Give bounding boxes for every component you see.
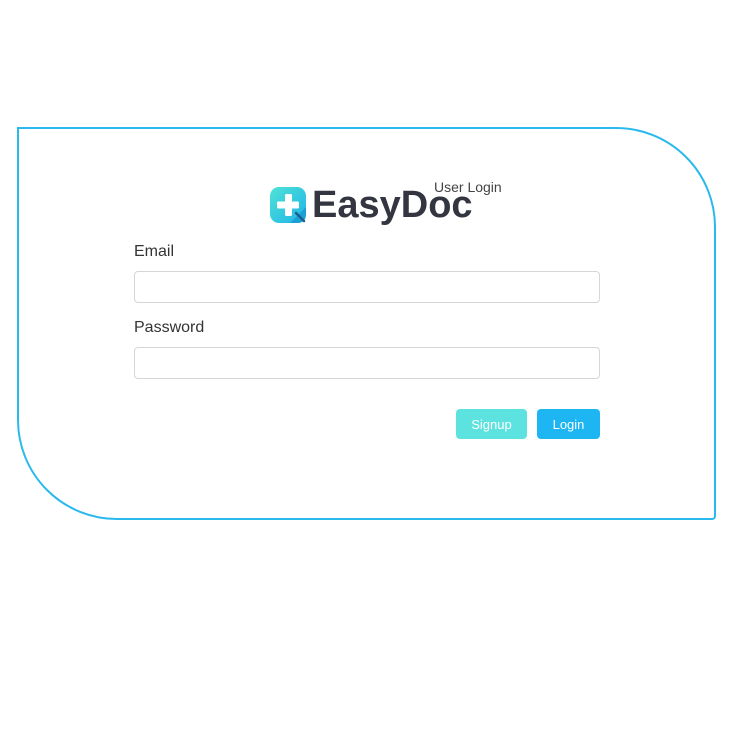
login-page: EasyDoc User Login Email Password Signup… <box>0 0 731 731</box>
password-label: Password <box>134 319 205 336</box>
email-label: Email <box>134 243 175 260</box>
password-field[interactable] <box>134 347 600 379</box>
page-subtitle: User Login <box>434 179 502 195</box>
medical-cross-icon <box>270 187 306 223</box>
login-card: EasyDoc User Login Email Password Signup… <box>17 127 716 520</box>
signup-button[interactable]: Signup <box>456 409 527 439</box>
login-button[interactable]: Login <box>537 409 600 439</box>
email-field[interactable] <box>134 271 600 303</box>
